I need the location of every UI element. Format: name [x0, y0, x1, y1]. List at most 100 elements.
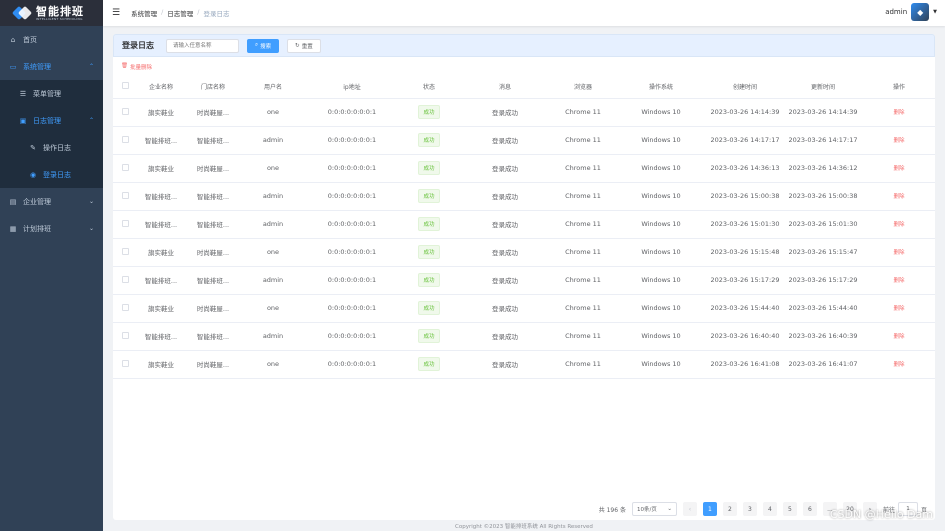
- table-cell-container: Chrome 11: [551, 266, 615, 295]
- delete-link[interactable]: 删除: [893, 362, 904, 368]
- table-cell-container: 删除: [863, 98, 935, 127]
- table-cell: 0:0:0:0:0:0:0:1: [327, 192, 377, 200]
- table-cell: 登录成功: [492, 277, 518, 285]
- table-cell-container: admin: [241, 182, 305, 211]
- batch-delete-button[interactable]: 🗑 批量删除: [121, 63, 152, 71]
- sidebar-item-system[interactable]: ▭ 系统管理 ⌃: [0, 53, 103, 80]
- table-cell-container: 登录成功: [459, 210, 551, 239]
- table-cell: 2023-03-26 14:14:39: [788, 108, 858, 116]
- row-checkbox[interactable]: [113, 350, 137, 379]
- column-header: 企业名称: [137, 76, 185, 99]
- table-cell-container: 0:0:0:0:0:0:0:1: [305, 154, 399, 183]
- row-checkbox[interactable]: [113, 266, 137, 295]
- table-cell-container: 时尚鞋屋...: [185, 154, 241, 183]
- breadcrumb-item[interactable]: 系统管理: [131, 8, 157, 18]
- logo[interactable]: 智能排班 INTELLIGENT SCHEDULING: [0, 0, 103, 26]
- page-button[interactable]: 1: [702, 502, 717, 516]
- table-row: 旗实鞋业 时尚鞋屋... one 0:0:0:0:0:0:0:1 成功 登录成功 Chrom…: [113, 98, 935, 127]
- prev-page-button[interactable]: ‹: [682, 502, 697, 516]
- row-checkbox[interactable]: [113, 210, 137, 239]
- delete-link[interactable]: 删除: [893, 138, 904, 144]
- login-icon: ◉: [29, 170, 37, 179]
- table-cell-container: Windows 10: [615, 266, 707, 295]
- page-button[interactable]: 6: [802, 502, 817, 516]
- sidebar-item-label: 登录日志: [43, 170, 71, 179]
- delete-link[interactable]: 删除: [893, 110, 904, 116]
- table-row: 旗实鞋业 时尚鞋屋... one 0:0:0:0:0:0:0:1 成功 登录成功 Chrom…: [113, 238, 935, 267]
- table-cell: one: [266, 108, 280, 116]
- delete-link[interactable]: 删除: [893, 166, 904, 172]
- table-cell-container: 2023-03-26 15:15:47: [783, 238, 863, 267]
- delete-link[interactable]: 删除: [893, 334, 904, 340]
- table-cell: admin: [262, 220, 284, 228]
- table-cell-container: Chrome 11: [551, 238, 615, 267]
- chevron-left-icon: ‹: [688, 505, 692, 513]
- table-row: 旗实鞋业 时尚鞋屋... one 0:0:0:0:0:0:0:1 成功 登录成功 Chrom…: [113, 350, 935, 379]
- table-cell-container: 删除: [863, 210, 935, 239]
- reset-button[interactable]: ↻ 重置: [287, 38, 321, 53]
- topbar: ☰ 系统管理 / 日志管理 / 登录日志 admin ◆ ▼: [103, 0, 945, 26]
- row-checkbox[interactable]: [113, 238, 137, 267]
- table-cell: Windows 10: [641, 220, 681, 228]
- list-icon: ☰: [19, 89, 27, 98]
- sidebar-item-home[interactable]: ⌂ 首页: [0, 26, 103, 53]
- sidebar-item-enterprise[interactable]: ▤ 企业管理 ⌄: [0, 188, 103, 215]
- sidebar-item-operation-log[interactable]: ✎ 操作日志: [0, 134, 103, 161]
- table-cell-container: 登录成功: [459, 126, 551, 155]
- row-checkbox[interactable]: [113, 126, 137, 155]
- table-cell-container: 时尚鞋屋...: [185, 350, 241, 379]
- row-checkbox[interactable]: [113, 154, 137, 183]
- page-size-select[interactable]: 10条/页 ⌄: [631, 502, 677, 516]
- select-all-checkbox[interactable]: [113, 76, 137, 99]
- table-cell-container: 智能排班...: [137, 266, 185, 295]
- column-header: 消息: [459, 76, 551, 99]
- sidebar-item-log[interactable]: ▣ 日志管理 ⌃: [0, 107, 103, 134]
- table-cell: 时尚鞋屋...: [196, 109, 230, 117]
- delete-link[interactable]: 删除: [893, 222, 904, 228]
- table-cell-container: 0:0:0:0:0:0:0:1: [305, 126, 399, 155]
- delete-link[interactable]: 删除: [893, 250, 904, 256]
- table-cell-container: 0:0:0:0:0:0:0:1: [305, 322, 399, 351]
- table-cell: 旗实鞋业: [148, 361, 174, 369]
- table-cell: Chrome 11: [565, 192, 601, 200]
- delete-link[interactable]: 删除: [893, 194, 904, 200]
- table-cell: 时尚鞋屋...: [196, 305, 230, 313]
- row-checkbox[interactable]: [113, 98, 137, 127]
- status-badge: 成功: [418, 105, 440, 119]
- table-cell: 0:0:0:0:0:0:0:1: [327, 108, 377, 116]
- hamburger-icon[interactable]: ☰: [112, 8, 120, 18]
- sidebar-item-login-log[interactable]: ◉ 登录日志: [0, 161, 103, 188]
- table-cell-container: 删除: [863, 154, 935, 183]
- table-cell: 0:0:0:0:0:0:0:1: [327, 332, 377, 340]
- table-cell-container: Chrome 11: [551, 294, 615, 323]
- user-menu[interactable]: admin ◆ ▼: [885, 3, 937, 21]
- page-button[interactable]: 5: [782, 502, 797, 516]
- breadcrumb-item[interactable]: 日志管理: [167, 8, 193, 18]
- row-checkbox[interactable]: [113, 322, 137, 351]
- column-header: 浏览器: [551, 76, 615, 99]
- page-button[interactable]: 2: [722, 502, 737, 516]
- sidebar-item-label: 首页: [23, 35, 37, 44]
- delete-link[interactable]: 删除: [893, 306, 904, 312]
- table-cell: 2023-03-26 15:00:38: [710, 192, 780, 200]
- chevron-up-icon: ⌃: [88, 63, 94, 70]
- table-cell: admin: [262, 276, 284, 284]
- search-input[interactable]: [166, 38, 239, 53]
- sidebar-item-schedule[interactable]: ▦ 计划排班 ⌄: [0, 215, 103, 242]
- edit-icon: ✎: [30, 143, 36, 152]
- page-button[interactable]: 3: [742, 502, 757, 516]
- table-cell-container: 成功: [399, 182, 459, 211]
- row-checkbox[interactable]: [113, 294, 137, 323]
- table-cell: 时尚鞋屋...: [196, 165, 230, 173]
- avatar[interactable]: ◆: [911, 3, 930, 21]
- row-checkbox[interactable]: [113, 182, 137, 211]
- table-cell-container: 成功: [399, 294, 459, 323]
- user-name: admin: [885, 8, 908, 16]
- delete-link[interactable]: 删除: [893, 278, 904, 284]
- sidebar-item-menu[interactable]: ☰ 菜单管理: [0, 80, 103, 107]
- page-button[interactable]: 4: [762, 502, 777, 516]
- search-button[interactable]: ⌕ 搜索: [247, 38, 280, 53]
- table-cell: 登录成功: [492, 137, 518, 145]
- table-row: 旗实鞋业 时尚鞋屋... one 0:0:0:0:0:0:0:1 成功 登录成功 Chrom…: [113, 294, 935, 323]
- table-cell: one: [266, 164, 280, 172]
